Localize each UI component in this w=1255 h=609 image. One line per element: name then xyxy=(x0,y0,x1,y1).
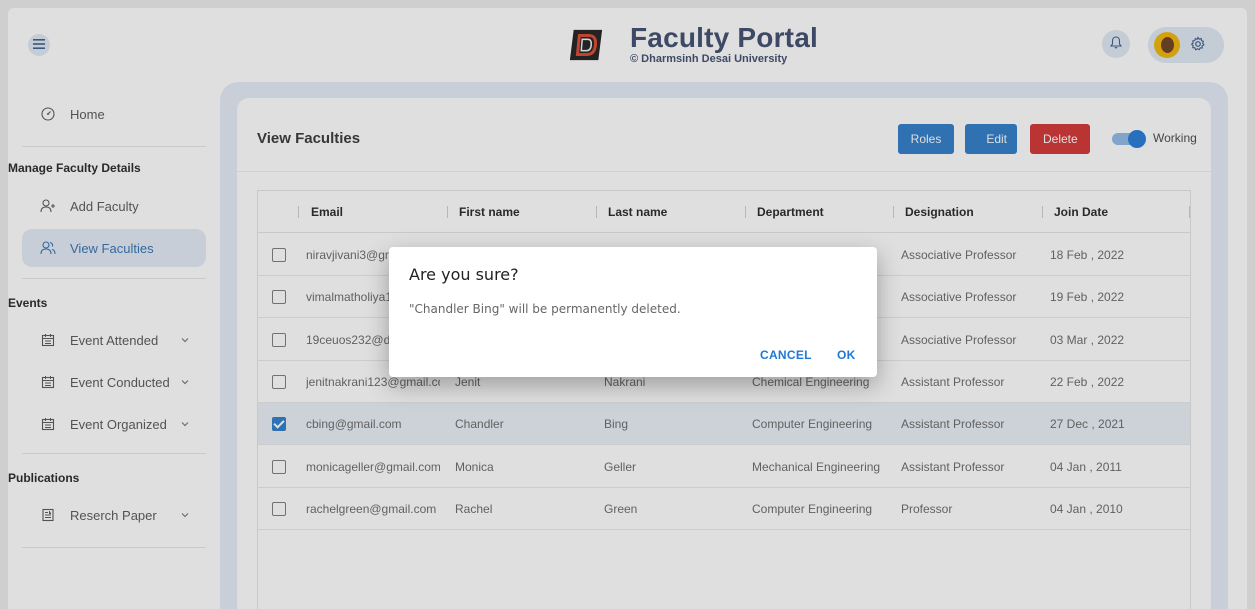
confirm-delete-dialog: Are you sure? "Chandler Bing" will be pe… xyxy=(389,247,877,377)
ok-button[interactable]: OK xyxy=(837,348,856,362)
dialog-title: Are you sure? xyxy=(409,265,519,284)
cancel-button[interactable]: CANCEL xyxy=(760,348,812,362)
app-window: Faculty Portal © Dharmsinh Desai Univers… xyxy=(8,8,1247,609)
dialog-message: "Chandler Bing" will be permanently dele… xyxy=(409,302,681,316)
